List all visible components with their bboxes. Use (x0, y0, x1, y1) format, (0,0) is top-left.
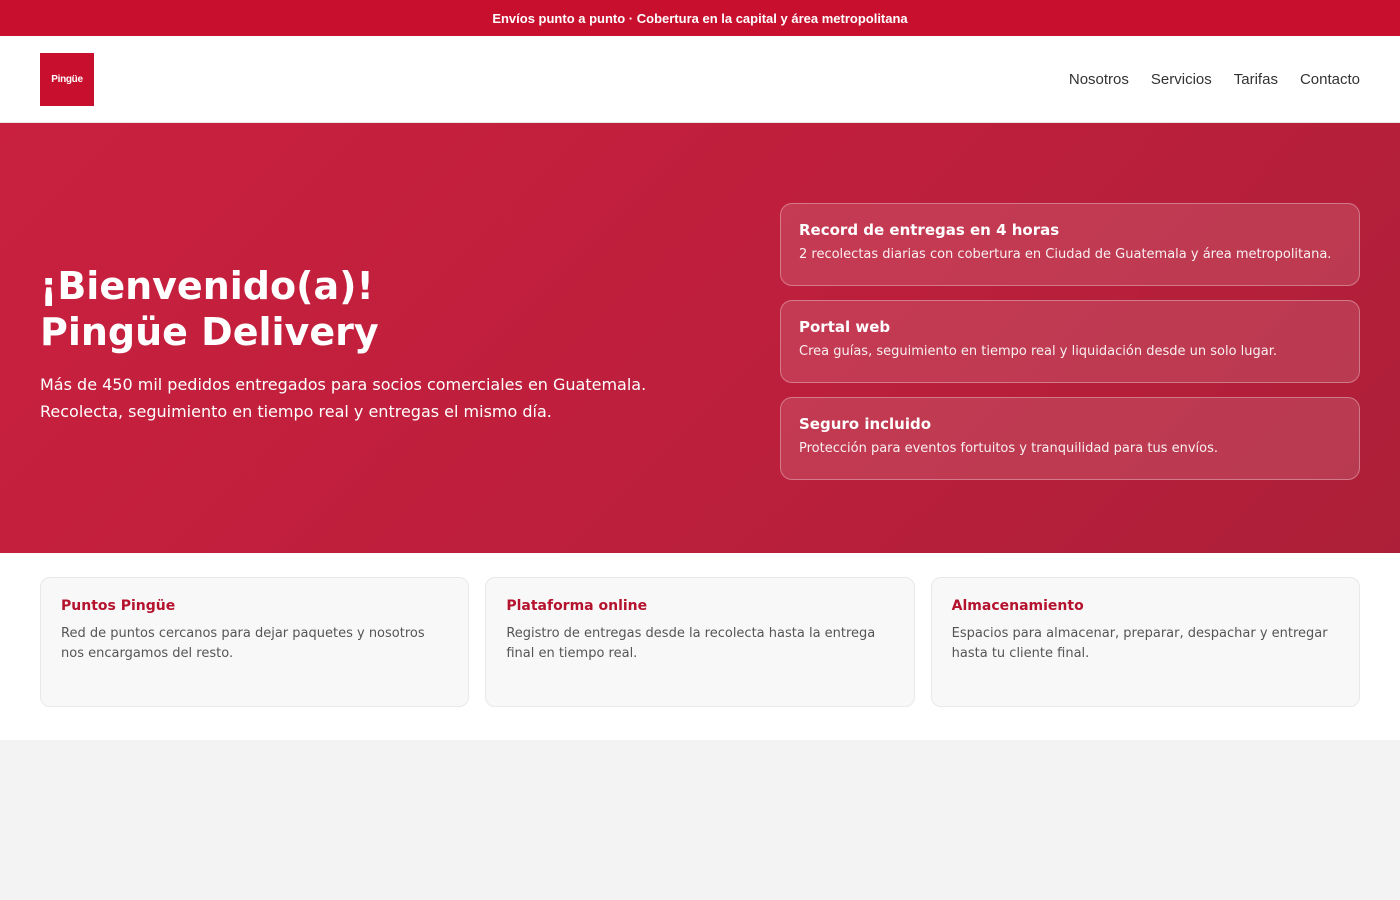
hero-title-line-2: Pingüe Delivery (40, 310, 379, 354)
feature-list: Record de entregas en 4 horas 2 recolect… (780, 203, 1360, 494)
feature-card-entregas: Record de entregas en 4 horas 2 recolect… (780, 203, 1360, 286)
announcement-bar: Envíos punto a punto · Cobertura en la c… (0, 0, 1400, 36)
hero-section: ¡Bienvenido(a)! Pingüe Delivery Más de 4… (0, 123, 1400, 553)
service-card-plataforma: Plataforma online Registro de entregas d… (485, 577, 915, 707)
service-description: Red de puntos cercanos para dejar paquet… (61, 626, 425, 661)
services-section: Puntos Pingüe Red de puntos cercanos par… (0, 553, 1400, 740)
logo[interactable]: Pingüe (40, 52, 94, 106)
hero-intro: ¡Bienvenido(a)! Pingüe Delivery Más de 4… (40, 263, 680, 425)
service-description: Espacios para almacenar, preparar, despa… (951, 626, 1328, 661)
hero-subtitle-line-1: Más de 450 mil pedidos entregados para s… (40, 375, 647, 394)
main-nav: Nosotros Servicios Tarifas Contacto (1069, 71, 1360, 88)
feature-card-portal: Portal web Crea guías, seguimiento en ti… (780, 300, 1360, 383)
service-card-puntos: Puntos Pingüe Red de puntos cercanos par… (40, 577, 470, 707)
nav-link-nosotros[interactable]: Nosotros (1069, 71, 1129, 88)
site-header: Pingüe Nosotros Servicios Tarifas Contac… (0, 36, 1400, 123)
nav-link-contacto[interactable]: Contacto (1300, 71, 1360, 88)
service-description: Registro de entregas desde la recolecta … (506, 626, 876, 661)
service-title: Puntos Pingüe (61, 598, 176, 614)
feature-description: Protección para eventos fortuitos y tran… (799, 441, 1218, 456)
hero-title: ¡Bienvenido(a)! Pingüe Delivery (40, 263, 680, 355)
service-title: Almacenamiento (951, 598, 1084, 614)
feature-title: Record de entregas en 4 horas (799, 221, 1060, 239)
nav-link-servicios[interactable]: Servicios (1151, 71, 1212, 88)
feature-description: Crea guías, seguimiento en tiempo real y… (799, 344, 1278, 359)
hero-subtitle-line-2: Recolecta, seguimiento en tiempo real y … (40, 402, 552, 421)
nav-link-tarifas[interactable]: Tarifas (1234, 71, 1278, 88)
service-title: Plataforma online (506, 598, 648, 614)
announcement-text: Envíos punto a punto · Cobertura en la c… (492, 10, 908, 26)
hero-title-line-1: ¡Bienvenido(a)! (40, 264, 374, 308)
feature-description: 2 recolectas diarias con cobertura en Ci… (799, 247, 1332, 262)
service-card-almacenamiento: Almacenamiento Espacios para almacenar, … (930, 577, 1360, 707)
feature-card-seguro: Seguro incluido Protección para eventos … (780, 397, 1360, 480)
feature-title: Portal web (799, 318, 891, 336)
feature-title: Seguro incluido (799, 415, 932, 433)
logo-text: Pingüe (51, 73, 83, 85)
hero-subtitle: Más de 450 mil pedidos entregados para s… (40, 371, 680, 425)
